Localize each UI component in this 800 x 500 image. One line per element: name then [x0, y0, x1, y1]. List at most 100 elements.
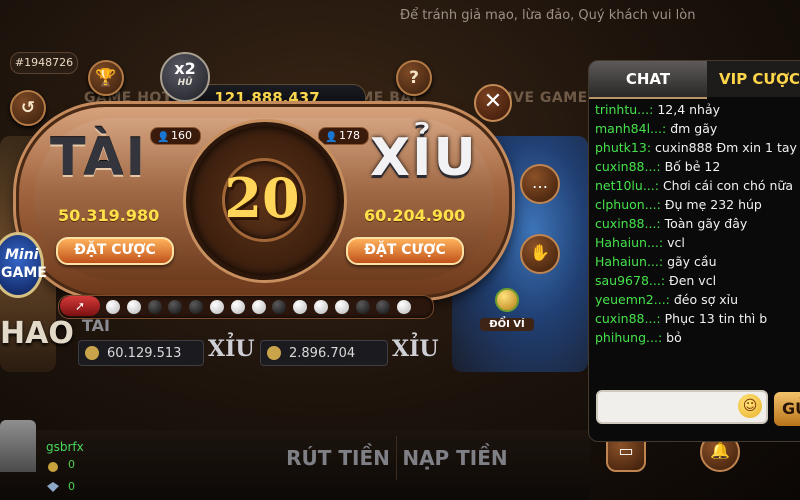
chat-text: Chơi cái con chó nữa — [662, 178, 793, 193]
mute-chat-button[interactable]: ✋ — [520, 234, 560, 274]
balance-1: 0 — [68, 458, 75, 471]
coin-icon — [267, 346, 281, 360]
close-icon: ✕ — [483, 89, 503, 114]
chat-text: gãy cầu — [667, 254, 717, 269]
chat-username[interactable]: phutk13: — [595, 140, 651, 155]
chat-text: Đụ mẹ 232 húp — [664, 197, 762, 212]
bg-bet-box-2: 2.896.704 — [260, 340, 388, 366]
tab-chat[interactable]: CHAT — [589, 61, 707, 99]
chat-text: Phục 13 tin thì b — [664, 311, 768, 326]
history-icon: ↺ — [20, 98, 36, 118]
gold-coin-icon — [46, 458, 66, 472]
chat-username[interactable]: trinhtu...: — [595, 102, 653, 117]
avatar[interactable] — [0, 420, 36, 472]
chat-username[interactable]: phihung...: — [595, 330, 662, 345]
xiu-players-value: 178 — [339, 129, 360, 142]
tai-total: 50.319.980 — [58, 206, 160, 225]
minigame-label-2: GAME — [1, 265, 47, 281]
chat-message: net10lu...: Chơi cái con chó nữa — [595, 177, 800, 196]
history-dot-white — [106, 300, 120, 314]
chat-username[interactable]: Hahaiun...: — [595, 235, 663, 250]
chat-text: Toàn gãy đây — [664, 216, 748, 231]
chat-username[interactable]: Hahaiun...: — [595, 254, 663, 269]
bg-xiu-label-1: XỈU — [208, 336, 255, 362]
chat-text: Đen vcl — [669, 273, 717, 288]
chat-message: Hahaiun...: gãy cầu — [595, 253, 800, 272]
help-button[interactable]: ? — [396, 60, 432, 96]
history-button[interactable]: ↺ — [10, 90, 46, 126]
history-dot-white — [251, 300, 266, 314]
chat-username[interactable]: cuxin88...: — [595, 311, 661, 326]
diamond-icon — [46, 478, 66, 492]
leaderboard-button[interactable]: 🏆 — [88, 60, 124, 96]
bg-xiu-label-2: XỈU — [392, 336, 439, 362]
trend-icon: ➚ — [74, 299, 86, 313]
xiu-player-count: 👤 178 — [318, 127, 369, 145]
chat-username[interactable]: yeuemn2...: — [595, 292, 670, 307]
history-dot-white — [210, 300, 224, 314]
history-dot-white — [314, 300, 328, 314]
chat-username[interactable]: net10lu...: — [595, 178, 659, 193]
chat-text: vcl — [667, 235, 685, 250]
chat-message-list[interactable]: trinhtu...: 12,4 nhảy manh84l...: đm gãy p… — [595, 101, 800, 348]
chat-message: sau9678...: Đen vcl — [595, 272, 800, 291]
send-button[interactable]: GỬ — [774, 392, 800, 426]
chat-message: phutk13: cuxin888 Đm xin 1 tay — [595, 139, 800, 158]
bg-bet-value-2: 2.896.704 — [289, 346, 356, 361]
room-id: #1948726 — [10, 52, 78, 74]
chat-text: cuxin888 Đm xin 1 tay — [655, 140, 797, 155]
chat-message: manh84l...: đm gãy — [595, 120, 800, 139]
user-icon: 👤 — [325, 132, 338, 143]
countdown-timer: 20 — [224, 166, 300, 230]
chat-bubble-icon: … — [532, 173, 548, 192]
bg-label-hao: HAO — [0, 316, 74, 351]
history-dot-white — [334, 300, 349, 314]
chat-username[interactable]: clphuon...: — [595, 197, 661, 212]
chat-text: bỏ — [666, 330, 682, 345]
jackpot-badge: x2 HŨ — [160, 52, 210, 102]
xiu-label: XỈU — [370, 128, 478, 188]
chat-message: trinhtu...: 12,4 nhảy — [595, 101, 800, 120]
tai-player-count: 👤 160 — [150, 127, 201, 145]
notice-banner: Để tránh giả mạo, lừa đảo, Quý khách vui… — [400, 8, 696, 23]
chat-username[interactable]: cuxin88...: — [595, 216, 661, 231]
chat-panel: CHAT VIP CƯỢC trinhtu...: 12,4 nhảy manh8… — [588, 60, 800, 442]
chat-username[interactable]: sau9678...: — [595, 273, 665, 288]
chat-message: clphuon...: Đụ mẹ 232 húp — [595, 196, 800, 215]
chat-message: yeuemn2...: đéo sợ xỉu — [595, 291, 800, 310]
tab-vip-cuoc[interactable]: VIP CƯỢC — [707, 61, 800, 97]
bg-bet-value-1: 60.129.513 — [107, 346, 182, 361]
trend-chart-button[interactable]: ➚ — [60, 296, 100, 316]
bell-icon: 🔔 — [710, 441, 730, 460]
deposit-button[interactable]: NẠP TIỀN — [400, 436, 510, 480]
jackpot-label: HŨ — [177, 78, 193, 88]
chat-message: Hahaiun...: vcl — [595, 234, 800, 253]
jackpot-multiplier: x2 — [174, 59, 196, 78]
chat-message: phihung...: bỏ — [595, 329, 800, 348]
tai-bet-button[interactable]: ĐẶT CƯỢC — [56, 237, 174, 265]
tai-label: TÀI — [50, 128, 148, 188]
chat-toggle-button[interactable]: … — [520, 164, 560, 204]
switch-wallet-label: ĐỔI VÍ — [480, 318, 534, 331]
chat-message: cuxin88...: Bố bẻ 12 — [595, 158, 800, 177]
xiu-total: 60.204.900 — [364, 206, 466, 225]
chat-text: 12,4 nhảy — [657, 102, 721, 117]
chat-text: Bố bẻ 12 — [664, 159, 721, 174]
chat-username[interactable]: cuxin88...: — [595, 159, 661, 174]
chat-username[interactable]: manh84l...: — [595, 121, 666, 136]
withdraw-button[interactable]: RÚT TIỀN — [280, 436, 397, 480]
wallet-icon — [495, 288, 519, 312]
coin-icon — [85, 346, 99, 360]
bg-bet-box-1: 60.129.513 — [78, 340, 204, 366]
emoji-icon[interactable]: ☺ — [738, 394, 762, 418]
wallet-icon: ▭ — [618, 441, 634, 460]
username: gsbrfx — [46, 440, 84, 454]
history-dot-black — [355, 300, 370, 314]
minigame-label-1: Mini — [5, 247, 39, 263]
switch-wallet-button[interactable]: ĐỔI VÍ — [480, 288, 534, 334]
history-dot-white — [230, 300, 245, 314]
chat-tabs: CHAT VIP CƯỢC — [589, 61, 800, 99]
history-dot-white — [126, 300, 141, 314]
xiu-bet-button[interactable]: ĐẶT CƯỢC — [346, 237, 464, 265]
close-button[interactable]: ✕ — [474, 84, 512, 122]
